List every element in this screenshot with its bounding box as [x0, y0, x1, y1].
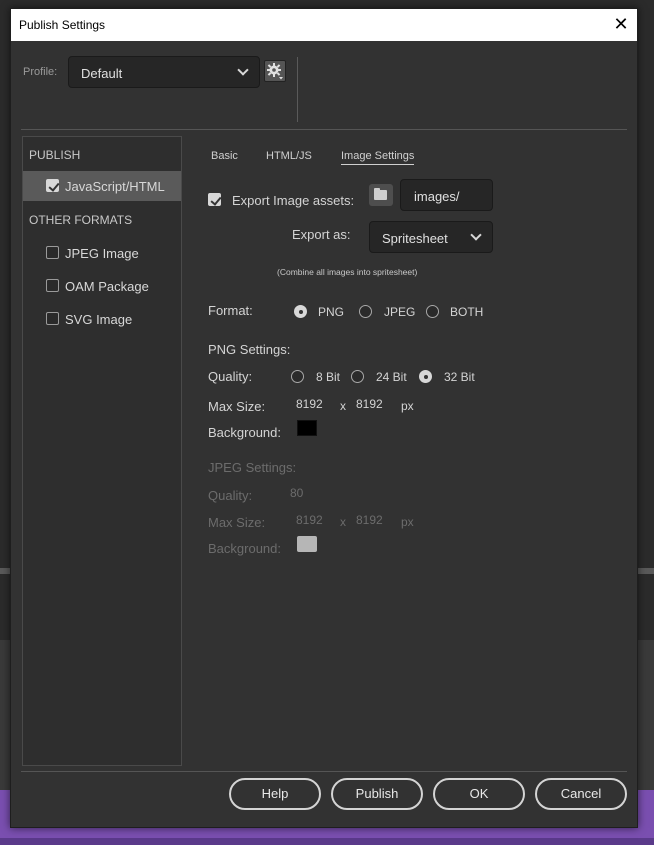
jpeg-background-label: Background:	[208, 541, 281, 556]
tab-image-settings[interactable]: Image Settings	[341, 150, 415, 165]
jpeg-quality-input[interactable]: 80	[290, 486, 303, 500]
profile-value: Default	[81, 66, 123, 81]
jpeg-max-height-input[interactable]: 8192	[356, 513, 383, 527]
image-path-field[interactable]: images/	[400, 179, 493, 211]
export-as-label: Export as:	[292, 227, 351, 242]
quality-32bit-label: 32 Bit	[444, 370, 475, 384]
javascript-html-checkbox[interactable]	[46, 179, 59, 192]
sidebar-item-label: SVG Image	[65, 312, 133, 327]
export-as-select[interactable]: Spritesheet	[369, 221, 493, 253]
profile-label: Profile:	[23, 66, 58, 78]
sidebar-item-jpeg-image[interactable]: JPEG Image	[23, 238, 181, 268]
jpeg-image-checkbox[interactable]	[46, 246, 59, 259]
format-jpeg-label: JPEG	[384, 305, 416, 319]
svg-image-checkbox[interactable]	[46, 312, 59, 325]
export-image-assets-checkbox[interactable]	[208, 193, 221, 206]
png-background-label: Background:	[208, 425, 281, 440]
oam-package-checkbox[interactable]	[46, 279, 59, 292]
browse-folder-button[interactable]	[369, 184, 393, 206]
profile-select[interactable]: Default	[68, 56, 260, 88]
window-title: Publish Settings	[19, 18, 106, 32]
format-both-label: BOTH	[450, 305, 484, 319]
publish-button[interactable]: Publish	[331, 778, 423, 810]
other-formats-header: OTHER FORMATS	[29, 213, 133, 227]
sidebar-item-javascript-html[interactable]: JavaScript/HTML	[23, 171, 181, 201]
chevron-down-icon	[237, 64, 249, 76]
png-max-height-input[interactable]: 8192	[356, 397, 383, 411]
jpeg-quality-label: Quality:	[208, 488, 253, 503]
profile-options-button[interactable]	[264, 60, 286, 82]
quality-24bit-radio[interactable]	[351, 370, 364, 383]
png-max-width-input[interactable]: 8192	[296, 397, 323, 411]
export-as-value: Spritesheet	[382, 231, 448, 246]
jpeg-size-separator: x	[340, 515, 346, 529]
format-png-radio[interactable]	[294, 305, 307, 318]
title-bar: Publish Settings ✕	[11, 9, 637, 41]
jpeg-max-size-label: Max Size:	[208, 515, 266, 530]
sidebar-item-svg-image[interactable]: SVG Image	[23, 304, 181, 334]
profile-divider	[297, 57, 298, 122]
jpeg-settings-header: JPEG Settings:	[208, 460, 297, 475]
format-png-label: PNG	[318, 305, 345, 319]
jpeg-size-unit: px	[401, 515, 414, 529]
sidebar-item-label: JPEG Image	[65, 246, 139, 261]
quality-8bit-label: 8 Bit	[316, 370, 341, 384]
format-both-radio[interactable]	[426, 305, 439, 318]
png-quality-label: Quality:	[208, 369, 253, 384]
gear-icon	[267, 63, 283, 80]
publish-settings-dialog: Publish Settings ✕ Profile: Default PUBL…	[10, 8, 638, 828]
jpeg-max-width-input[interactable]: 8192	[296, 513, 323, 527]
png-size-unit: px	[401, 399, 414, 413]
publish-section-header: PUBLISH	[29, 148, 81, 162]
export-image-assets-label: Export Image assets:	[232, 193, 355, 208]
quality-8bit-radio[interactable]	[291, 370, 304, 383]
quality-24bit-label: 24 Bit	[376, 370, 407, 384]
format-jpeg-radio[interactable]	[359, 305, 372, 318]
image-path-value: images/	[414, 189, 460, 204]
sidebar-item-label: JavaScript/HTML	[65, 179, 165, 194]
sidebar-item-oam-package[interactable]: OAM Package	[23, 271, 181, 301]
png-settings-header: PNG Settings:	[208, 342, 291, 357]
jpeg-background-color-swatch[interactable]	[297, 536, 317, 552]
chevron-down-icon	[470, 229, 482, 241]
format-sidebar: PUBLISH JavaScript/HTML OTHER FORMATS JP…	[22, 136, 182, 766]
tab-basic[interactable]: Basic	[211, 150, 238, 162]
png-size-separator: x	[340, 399, 346, 413]
format-label: Format:	[208, 303, 253, 318]
header-divider	[21, 129, 627, 130]
quality-32bit-radio[interactable]	[419, 370, 432, 383]
cancel-button[interactable]: Cancel	[535, 778, 627, 810]
footer-divider	[21, 771, 627, 772]
help-button[interactable]: Help	[229, 778, 321, 810]
sidebar-item-label: OAM Package	[65, 279, 149, 294]
background-timeline-edge	[0, 838, 654, 845]
png-background-color-swatch[interactable]	[297, 420, 317, 436]
spritesheet-note: (Combine all images into spritesheet)	[277, 267, 418, 277]
ok-button[interactable]: OK	[433, 778, 525, 810]
png-max-size-label: Max Size:	[208, 399, 266, 414]
tab-html-js[interactable]: HTML/JS	[266, 150, 312, 162]
folder-icon	[374, 188, 387, 200]
close-icon[interactable]: ✕	[611, 14, 631, 34]
